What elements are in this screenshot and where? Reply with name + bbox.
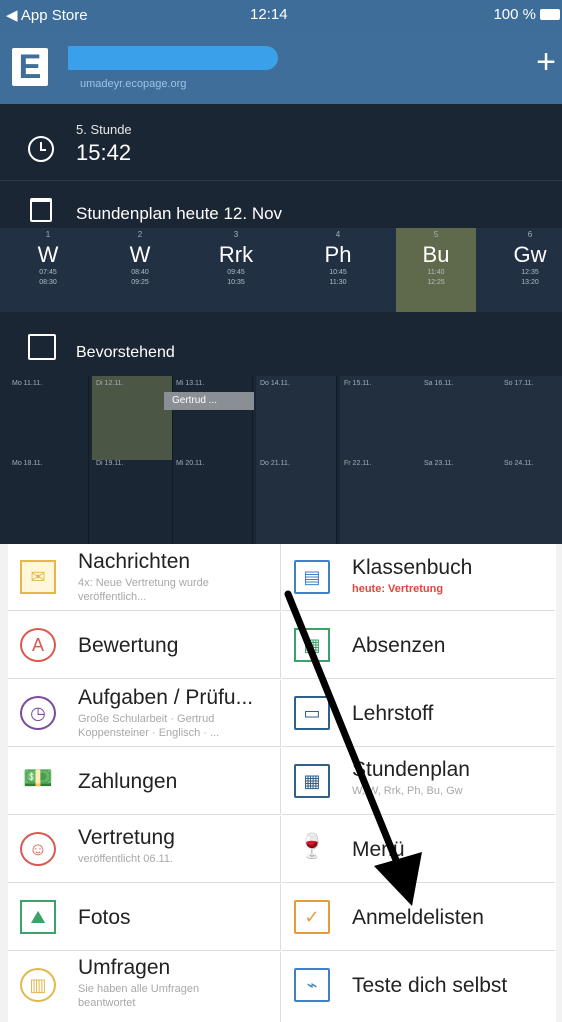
annotation-arrow-icon	[284, 590, 422, 906]
